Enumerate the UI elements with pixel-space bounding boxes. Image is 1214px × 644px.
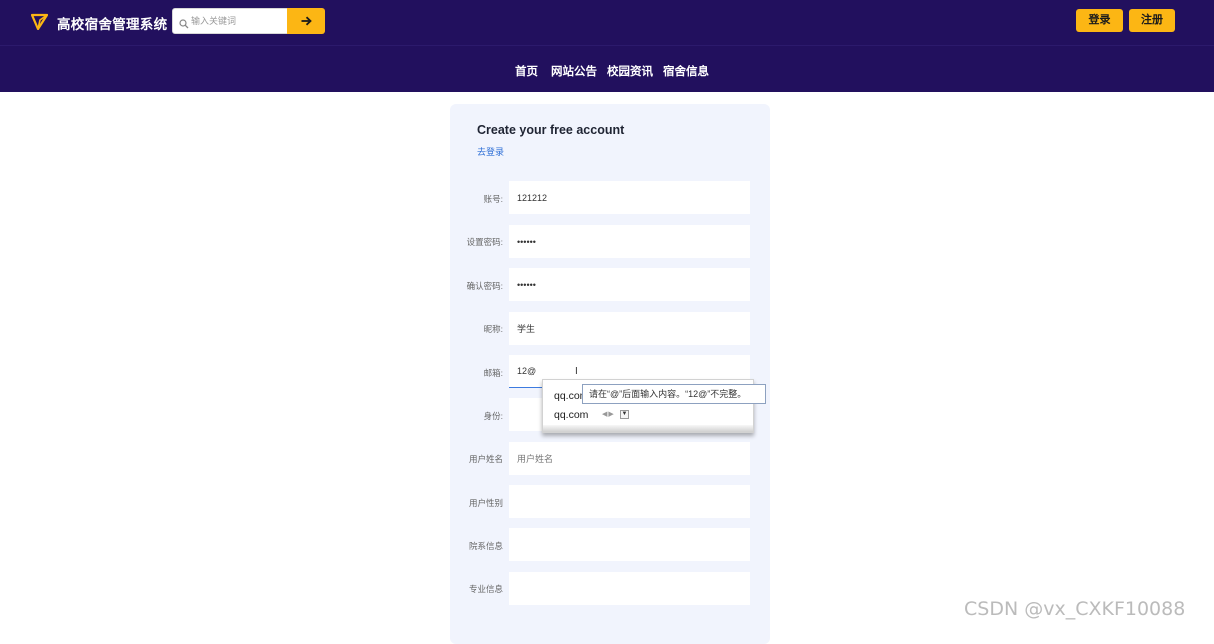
account-field[interactable] bbox=[509, 181, 750, 214]
search-button[interactable] bbox=[287, 8, 325, 34]
paper-plane-logo-icon bbox=[30, 13, 49, 31]
confirm-password-label: 确认密码: bbox=[466, 281, 503, 291]
department-label: 院系信息 bbox=[468, 541, 503, 551]
search-input[interactable] bbox=[191, 9, 285, 33]
department-field[interactable] bbox=[509, 528, 750, 561]
form-title: Create your free account bbox=[477, 123, 625, 137]
search-icon bbox=[179, 16, 189, 29]
major-field[interactable] bbox=[509, 572, 750, 605]
dropdown-footer bbox=[543, 425, 753, 432]
arrow-right-icon bbox=[301, 16, 312, 26]
autocomplete-option[interactable]: qq.com bbox=[554, 409, 588, 421]
confirm-password-field[interactable] bbox=[509, 268, 750, 301]
register-button[interactable]: 注册 bbox=[1129, 9, 1175, 32]
identity-label: 身份: bbox=[483, 411, 503, 421]
csdn-watermark: CSDN @vx_CXKF10088 bbox=[964, 598, 1186, 620]
password-label: 设置密码: bbox=[466, 237, 503, 247]
search-box bbox=[172, 8, 288, 34]
nav-item-announcements[interactable]: 网站公告 bbox=[551, 63, 597, 79]
gender-label: 用户性别 bbox=[468, 498, 503, 508]
nav-item-dorm-info[interactable]: 宿舍信息 bbox=[663, 63, 709, 79]
username-field[interactable] bbox=[509, 442, 750, 475]
text-cursor-icon: I bbox=[575, 366, 578, 377]
validation-tooltip: 请在“@”后面输入内容。“12@”不完整。 bbox=[582, 384, 766, 404]
site-title[interactable]: 高校宿舍管理系统 bbox=[57, 13, 167, 33]
major-label: 专业信息 bbox=[468, 584, 503, 594]
email-label: 邮箱: bbox=[483, 368, 503, 378]
username-label: 用户姓名 bbox=[468, 454, 503, 464]
expand-dropdown-icon[interactable]: ▼ bbox=[620, 410, 629, 419]
nav-item-campus-news[interactable]: 校园资讯 bbox=[607, 63, 653, 79]
prev-next-arrows-icon[interactable]: ◀▶ bbox=[602, 410, 615, 418]
main-nav: 首页 网站公告 校园资讯 宿舍信息 bbox=[0, 45, 1214, 92]
login-button[interactable]: 登录 bbox=[1076, 9, 1123, 32]
nickname-field[interactable] bbox=[509, 312, 750, 345]
gender-field[interactable] bbox=[509, 485, 750, 518]
top-header: 高校宿舍管理系统 登录 注册 bbox=[0, 0, 1214, 45]
go-login-link[interactable]: 去登录 bbox=[477, 145, 504, 158]
account-label: 账号: bbox=[483, 194, 503, 204]
nickname-label: 昵称: bbox=[483, 324, 503, 334]
nav-item-home[interactable]: 首页 bbox=[515, 63, 538, 79]
password-field[interactable] bbox=[509, 225, 750, 258]
